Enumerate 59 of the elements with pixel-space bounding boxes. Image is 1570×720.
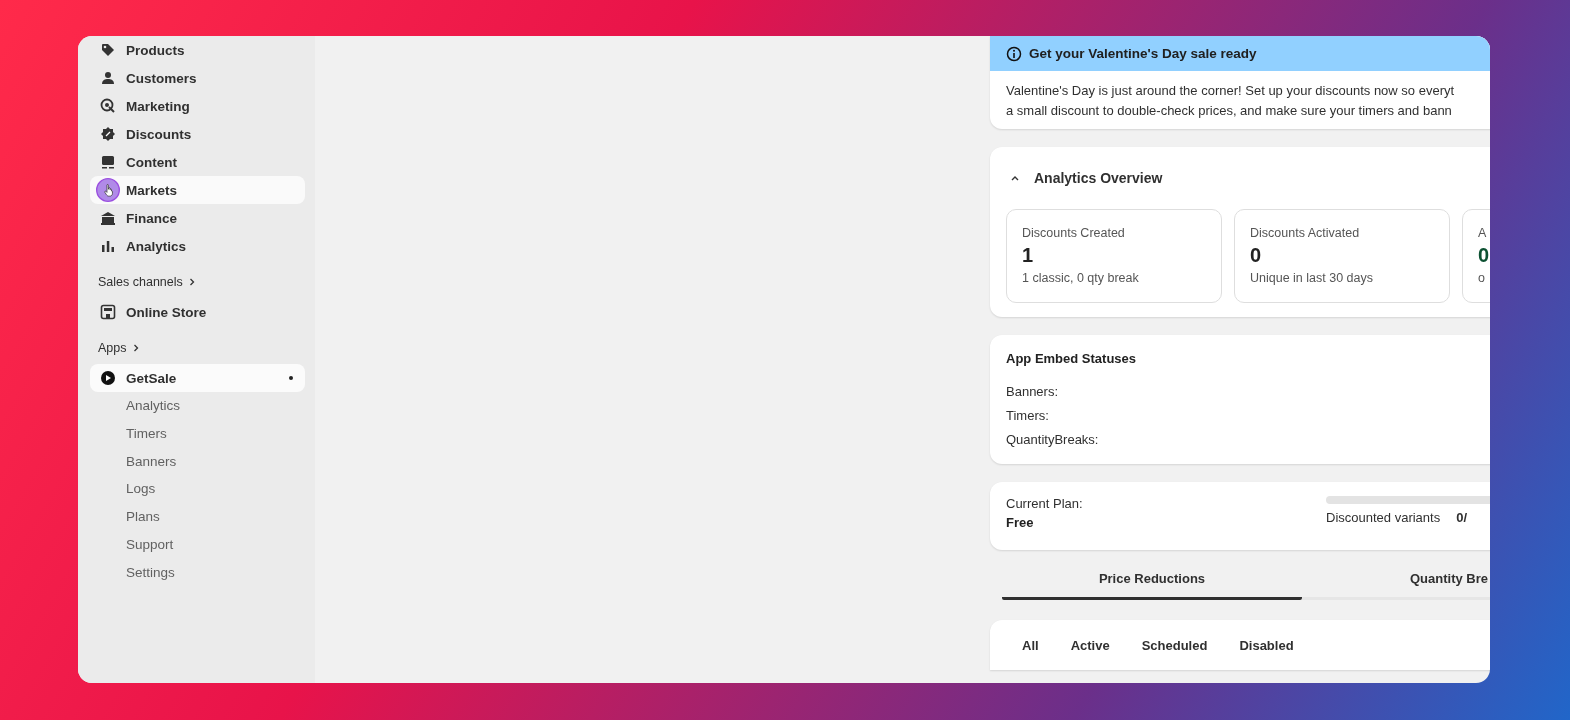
click-indicator-icon (96, 178, 120, 202)
section-heading[interactable]: Sales channels (98, 270, 197, 294)
nav-item[interactable]: Markets (90, 176, 305, 204)
person-icon (100, 70, 116, 86)
stat-value: 1 (1022, 244, 1035, 267)
plan-label: Current Plan: (1006, 496, 1084, 511)
stat-note: 1 classic, 0 qty break (1022, 271, 1140, 285)
nav-item[interactable]: Finance (90, 204, 305, 232)
filter-tab[interactable]: All (1006, 631, 1055, 659)
pin-dot-icon (289, 376, 293, 380)
usage-value: 0/ (1456, 510, 1467, 525)
discount-badge-icon (100, 126, 116, 142)
stat-value: 0 (1478, 244, 1490, 267)
status-label: Banners: (1006, 383, 1060, 401)
sub-nav-item[interactable]: Banners (90, 447, 183, 476)
sub-nav-item[interactable]: Logs (90, 475, 162, 504)
bank-icon (100, 210, 116, 226)
status-label: Timers: (1006, 407, 1050, 425)
analytics-toggle[interactable]: Analytics Overview (1006, 147, 1490, 209)
stat-label: A (1478, 226, 1488, 240)
nav-item[interactable]: Customers (90, 64, 305, 92)
tab[interactable]: Price Reductions (1002, 560, 1302, 600)
usage-label: Discounted variants (1326, 510, 1441, 525)
image-icon (100, 154, 116, 170)
stat-label: Discounts Activated (1250, 226, 1361, 240)
banner-text: Valentine's Day is just around the corner! Set up your discounts now so everyt (1006, 82, 1456, 100)
filter-tab[interactable]: Scheduled (1125, 631, 1224, 659)
filter-tab[interactable]: Disabled (1223, 631, 1310, 659)
target-icon (100, 98, 116, 114)
nav-item[interactable]: Analytics (90, 232, 305, 260)
nav-item[interactable]: Marketing (90, 92, 305, 120)
sub-nav-item[interactable]: Plans (90, 503, 166, 531)
tag-icon (100, 42, 116, 58)
banner-title: Get your Valentine's Day sale ready (1029, 46, 1257, 61)
section-heading[interactable]: Apps (98, 336, 141, 360)
nav-item[interactable]: Products (90, 36, 305, 64)
sub-nav-item[interactable]: Settings (90, 558, 181, 587)
status-label: QuantityBreaks: (1006, 431, 1100, 449)
plan-value: Free (1006, 515, 1035, 530)
stat-note: o (1478, 271, 1486, 285)
app-nav-item[interactable]: GetSale (90, 364, 305, 392)
stat-label: Discounts Created (1022, 226, 1126, 240)
nav-item[interactable]: Online Store (90, 298, 305, 326)
info-icon (1006, 45, 1022, 62)
play-circle-icon (100, 370, 116, 386)
tab[interactable]: Quantity Bre (1302, 560, 1490, 600)
card-title: App Embed Statuses (1006, 351, 1138, 366)
sub-nav-item[interactable]: Analytics (90, 392, 187, 420)
store-icon (100, 304, 116, 320)
bar-chart-icon (100, 238, 116, 254)
filter-tab[interactable]: Active (1054, 631, 1126, 659)
nav-item[interactable]: Content (90, 148, 305, 176)
stat-note: Unique in last 30 days (1250, 271, 1374, 285)
banner-text: a small discount to double-check prices, and make sure your timers and bann (1006, 102, 1453, 120)
chevron-up-icon (1010, 173, 1020, 183)
stat-value: 0 (1250, 244, 1263, 267)
nav-item[interactable]: Discounts (90, 120, 305, 148)
sub-nav-item[interactable]: Timers (90, 419, 173, 448)
sub-nav-item[interactable]: Support (90, 531, 180, 559)
